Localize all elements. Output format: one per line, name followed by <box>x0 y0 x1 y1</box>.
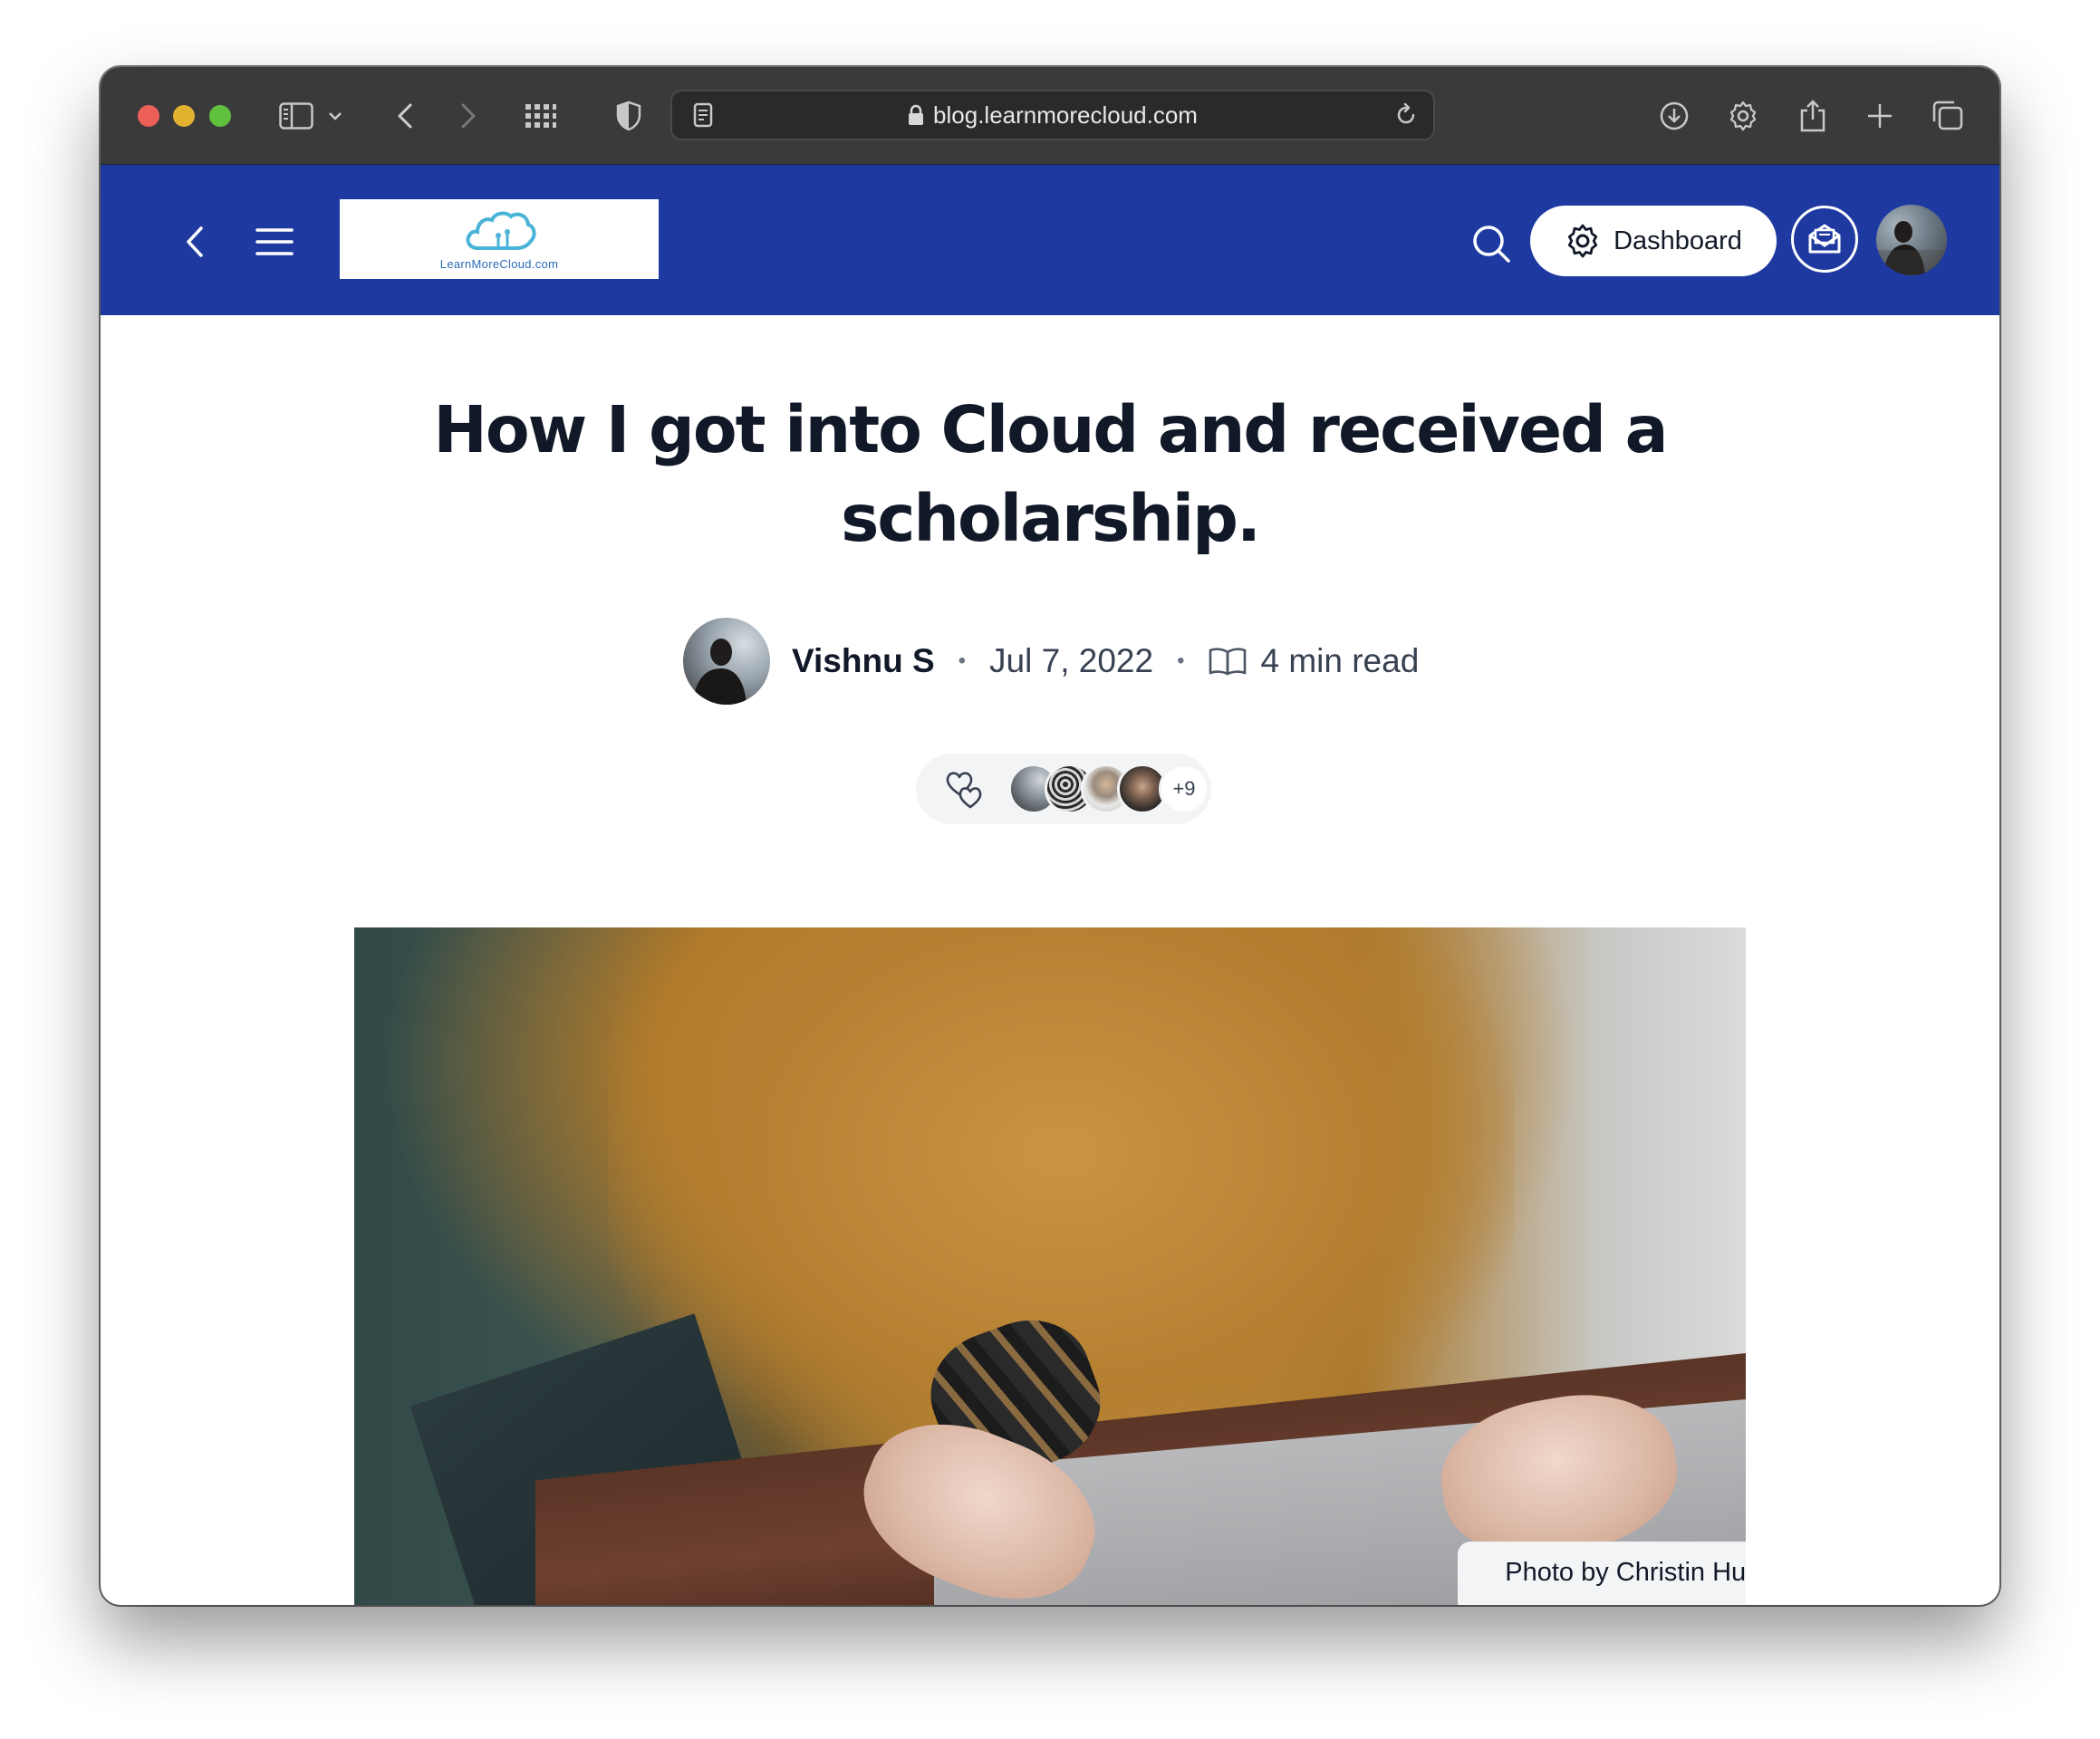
share-icon[interactable] <box>1793 98 1833 134</box>
read-time: 4 min read <box>1260 642 1420 679</box>
cloud-logo-icon <box>466 211 536 250</box>
dashboard-label: Dashboard <box>1614 226 1742 255</box>
article-meta: Vishnu S • Jul 7, 2022 • 4 min read <box>683 616 1419 706</box>
article-title: How I got into Cloud and received a scho… <box>433 392 1668 556</box>
meta-separator: • <box>1177 649 1185 673</box>
cover-caption[interactable]: Photo by Christin Hume on Unsplash <box>1458 1542 1746 1605</box>
zoom-window-button[interactable] <box>209 105 231 127</box>
reload-icon[interactable] <box>1386 97 1426 133</box>
user-avatar[interactable] <box>1876 205 1947 275</box>
url-text: blog.learnmorecloud.com <box>933 101 1198 129</box>
minimize-window-button[interactable] <box>173 105 195 127</box>
lock-icon <box>908 104 924 126</box>
back-icon[interactable] <box>385 98 425 134</box>
close-window-button[interactable] <box>138 105 159 127</box>
browser-toolbar: blog.learnmorecloud.com <box>101 67 1999 166</box>
reactions-bar[interactable]: +9 <box>916 754 1211 824</box>
meta-separator: • <box>958 649 967 673</box>
newsletter-button[interactable] <box>1791 206 1858 273</box>
dashboard-button[interactable]: Dashboard <box>1530 206 1777 276</box>
download-icon[interactable] <box>1654 98 1694 134</box>
search-icon[interactable] <box>1467 219 1516 268</box>
author-name[interactable]: Vishnu S <box>792 642 935 680</box>
gear-icon <box>1565 223 1601 259</box>
logo-text: LearnMoreCloud.com <box>439 256 559 271</box>
newsletter-icon <box>1806 223 1843 255</box>
tabs-overview-icon[interactable] <box>1928 98 1968 134</box>
shield-icon[interactable] <box>609 98 649 134</box>
browser-window: blog.learnmorecloud.com LearnMoreCloud.c… <box>101 67 1999 1605</box>
site-logo[interactable]: LearnMoreCloud.com <box>340 199 659 279</box>
address-bar[interactable]: blog.learnmorecloud.com <box>670 90 1435 140</box>
menu-icon[interactable] <box>247 219 302 264</box>
more-reactions-count[interactable]: +9 <box>1159 764 1209 814</box>
publish-date: Jul 7, 2022 <box>989 642 1154 679</box>
forward-icon[interactable] <box>448 98 488 134</box>
gear-icon[interactable] <box>1723 98 1763 134</box>
back-chevron-icon[interactable] <box>168 219 222 264</box>
url-display: blog.learnmorecloud.com <box>672 91 1433 139</box>
site-header: LearnMoreCloud.com Dashboard <box>101 165 1999 315</box>
reaction-hearts-icon[interactable] <box>943 767 988 811</box>
cover-image: Photo by Christin Hume on Unsplash <box>354 927 1746 1605</box>
chevron-down-icon[interactable] <box>324 98 346 134</box>
new-tab-icon[interactable] <box>1860 98 1900 134</box>
sidebar-icon[interactable] <box>276 98 316 134</box>
book-open-icon <box>1208 646 1247 677</box>
tab-grid-icon[interactable] <box>521 98 561 134</box>
author-avatar[interactable] <box>683 618 770 705</box>
